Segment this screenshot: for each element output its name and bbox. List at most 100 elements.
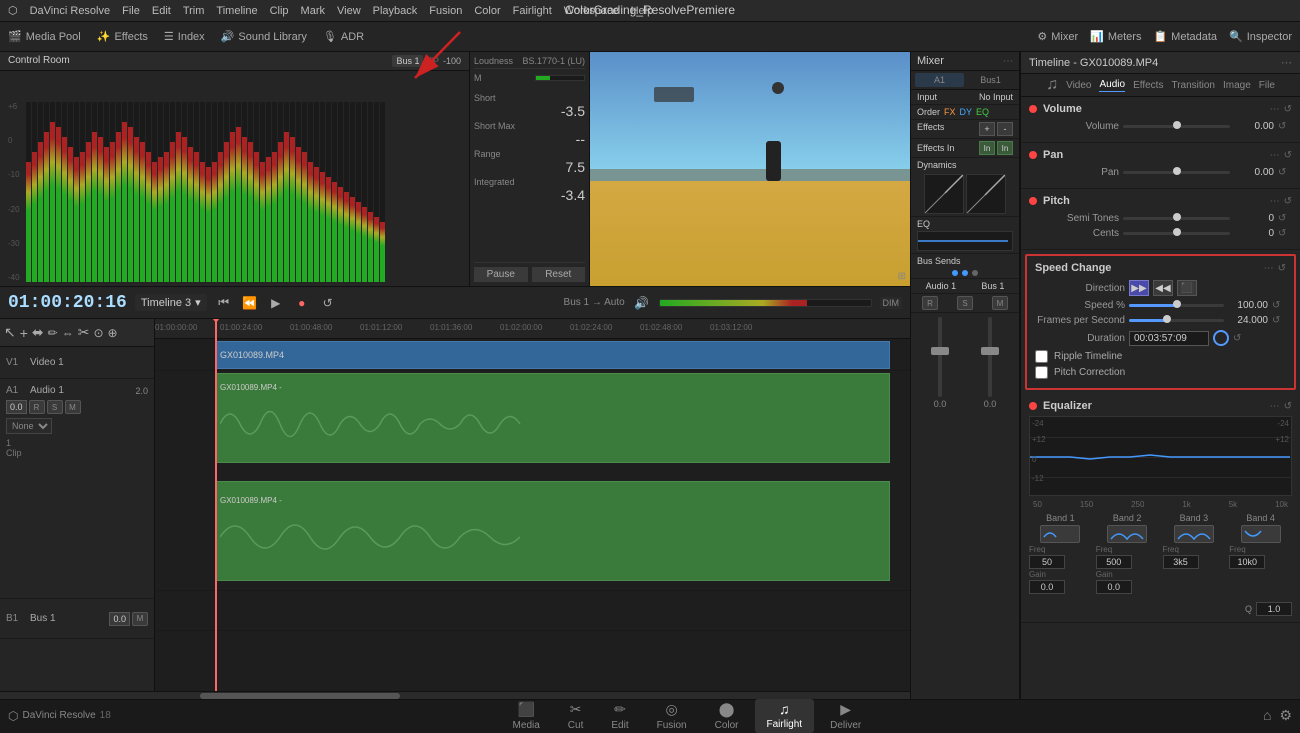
mixer-options-btn[interactable]: ⋯ [1003,56,1013,67]
a1-track[interactable]: GX010089.MP4 - GX010089.MP4 - [155,371,910,591]
channel-bus1-label[interactable]: Bus1 [966,73,1015,87]
cents-slider[interactable] [1123,232,1230,235]
order-fx[interactable]: FX [944,107,956,117]
track-b1-value[interactable]: 0.0 [109,612,130,626]
timeline-scrollbar[interactable] [0,691,910,699]
band-2-freq[interactable] [1096,555,1132,569]
nav-tab-color[interactable]: ⬤ Color [703,699,751,733]
video-clip-1[interactable]: GX010089.MP4 [215,341,890,369]
m-btn[interactable]: M [992,296,1008,310]
menu-davinci[interactable]: DaVinci Resolve [30,5,111,17]
pan-value[interactable]: 0.00 [1234,167,1274,178]
nav-tab-deliver[interactable]: ▶ Deliver [818,699,873,733]
pan-reset-btn[interactable]: ↺ [1284,150,1292,161]
fader-1-track[interactable] [938,317,942,397]
q-value-input[interactable] [1256,602,1292,616]
unlink-tool[interactable]: ⊕ [108,326,118,340]
link-tool[interactable]: ⊙ [93,326,103,340]
duration-reset-icon[interactable]: ↺ [1233,333,1247,344]
fader-1-thumb[interactable] [931,347,949,355]
track-a1-r-btn[interactable]: R [29,400,45,414]
effects-in-btn-1[interactable]: In [979,141,995,155]
freeze-dir-btn[interactable]: ⬛ [1177,280,1197,296]
dynamic-trim-tool[interactable]: ✏ [48,326,58,340]
order-eq[interactable]: EQ [976,107,989,117]
razor-tool[interactable]: + [20,325,28,341]
ripple-timeline-checkbox[interactable] [1035,350,1048,363]
duration-input[interactable] [1129,331,1209,346]
speed-value[interactable]: 100.00 [1228,300,1268,311]
menu-file[interactable]: File [122,5,140,17]
effect-add-btn[interactable]: + [979,122,995,136]
step-back-button[interactable]: ⏪ [241,294,259,312]
audio-clip-1[interactable]: GX010089.MP4 - [215,373,890,463]
metadata-button[interactable]: 📋 Metadata [1153,30,1217,43]
band-3-freq[interactable] [1163,555,1199,569]
pitch-correction-checkbox[interactable] [1035,366,1048,379]
menu-fairlight[interactable]: Fairlight [513,5,552,17]
speed-slider[interactable] [1129,304,1224,307]
menu-color[interactable]: Color [474,5,500,17]
volume-expand-btn[interactable]: ⋯ [1270,104,1280,115]
inspector-button[interactable]: 🔍 Inspector [1229,30,1292,43]
play-stop-button[interactable]: ▶ [267,294,285,312]
eq-reset-btn[interactable]: ↺ [1284,401,1292,412]
pitch-reset-btn[interactable]: ↺ [1284,196,1292,207]
home-btn[interactable]: ⌂ [1263,707,1271,724]
v1-track[interactable]: GX010089.MP4 [155,339,910,371]
trim-tool[interactable]: ⬌ [32,324,44,341]
inspector-tab-file[interactable]: File [1259,80,1275,91]
toolbar-effects[interactable]: ✨ Effects [97,30,148,43]
menu-view[interactable]: View [337,5,361,17]
band-2-gain[interactable] [1096,580,1132,594]
rewind-button[interactable]: ⏮ [215,294,233,312]
fader-2-track[interactable] [988,317,992,397]
speed-reset-btn[interactable]: ↺ [1278,263,1286,274]
semitones-slider[interactable] [1123,217,1230,220]
menu-timeline[interactable]: Timeline [216,5,257,17]
s-btn[interactable]: S [957,296,973,310]
track-content-area[interactable]: 01:00:00:00 01:00:24:00 01:00:48:00 01:0… [155,319,910,691]
nav-tab-fairlight[interactable]: ♫ Fairlight [755,699,815,733]
cents-value[interactable]: 0 [1234,228,1274,239]
fps-reset-icon[interactable]: ↺ [1272,315,1286,326]
dynamics-graph-2[interactable] [966,174,1006,214]
inspector-tab-image[interactable]: Image [1223,80,1251,91]
band-1-freq[interactable] [1029,555,1065,569]
inspector-tab-effects[interactable]: Effects [1133,80,1163,91]
effects-in-btn-2[interactable]: In [997,141,1013,155]
fps-value[interactable]: 24.000 [1228,315,1268,326]
channel-a1-label[interactable]: A1 [915,73,964,87]
band-3-shape[interactable] [1174,525,1214,543]
band-2-shape[interactable] [1107,525,1147,543]
semitones-reset-icon[interactable]: ↺ [1278,213,1292,224]
band-4-freq[interactable] [1229,555,1265,569]
track-a1-value[interactable]: 0.0 [6,400,27,414]
loop-button[interactable]: ↺ [319,294,337,312]
volume-reset-icon[interactable]: ↺ [1278,121,1292,132]
r-btn[interactable]: R [922,296,938,310]
scroll-thumb[interactable] [200,693,400,699]
speed-reset-icon[interactable]: ↺ [1272,300,1286,311]
a1-none-select[interactable]: None [6,418,52,434]
eq-options-btn[interactable]: ⋯ [1270,401,1280,412]
reset-button[interactable]: Reset [532,267,586,282]
pan-reset-icon[interactable]: ↺ [1278,167,1292,178]
backward-dir-btn[interactable]: ◀◀ [1153,280,1173,296]
order-dy[interactable]: DY [960,107,973,117]
track-b1-m-btn[interactable]: M [132,612,148,626]
nav-tab-fusion[interactable]: ◎ Fusion [645,699,699,733]
cents-reset-icon[interactable]: ↺ [1278,228,1292,239]
toolbar-index[interactable]: ☰ Index [164,30,205,43]
speed-options-btn[interactable]: ⋯ [1264,263,1274,274]
select-tool[interactable]: ↖ [4,324,16,341]
track-a1-s-btn[interactable]: S [47,400,63,414]
preview-safe-area-button[interactable]: ⊞ [898,271,906,282]
inspector-tab-audio[interactable]: Audio [1099,79,1125,92]
dynamics-graph-1[interactable] [924,174,964,214]
settings-btn[interactable]: ⚙ [1279,707,1292,724]
band-1-shape[interactable] [1040,525,1080,543]
eq-mini-graph[interactable] [917,231,1013,251]
forward-dir-btn[interactable]: ▶▶ [1129,280,1149,296]
meters-button[interactable]: 📊 Meters [1090,30,1141,43]
